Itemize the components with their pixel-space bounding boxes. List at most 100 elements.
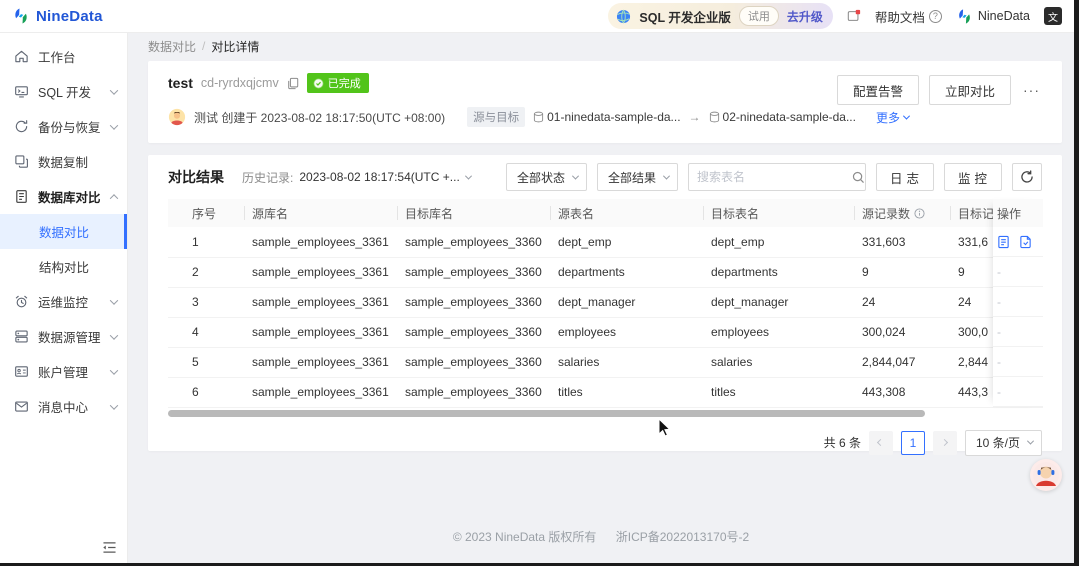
refresh-button[interactable] bbox=[1012, 163, 1042, 191]
config-alert-button[interactable]: 配置告警 bbox=[836, 75, 919, 105]
view-report-icon[interactable] bbox=[997, 235, 1010, 249]
top-bar: NineData SQL 开发企业版 试用 去升级 帮助文档 ? NineDat… bbox=[0, 0, 1074, 33]
operation-column: 操作 - - - - - bbox=[993, 199, 1043, 407]
globe-icon bbox=[616, 9, 631, 24]
brand[interactable]: NineData bbox=[12, 7, 103, 25]
cell-target-db: sample_employees_3360 bbox=[397, 287, 550, 318]
breadcrumb: 数据对比 / 对比详情 bbox=[128, 33, 1074, 59]
language-switch-icon[interactable]: 文 bbox=[1044, 7, 1062, 25]
datasource-icon bbox=[14, 329, 29, 344]
sidebar: 工作台 SQL 开发 备份与恢复 数据复制 数据库对比 数据对比 结构对比 运维… bbox=[0, 33, 128, 563]
status-filter-select[interactable]: 全部状态 bbox=[505, 163, 587, 191]
cell-source-db: sample_employees_3361 bbox=[244, 347, 397, 378]
window-edge-right bbox=[1074, 0, 1079, 566]
arrow-icon: → bbox=[688, 110, 701, 124]
operation-cell: - bbox=[993, 257, 1043, 287]
scrollbar-thumb[interactable] bbox=[168, 409, 925, 417]
sidebar-item-backup-restore[interactable]: 备份与恢复 bbox=[0, 109, 127, 144]
cell-no: 4 bbox=[168, 317, 244, 348]
plan-pill: SQL 开发企业版 试用 去升级 bbox=[608, 3, 833, 29]
check-circle-icon bbox=[313, 78, 324, 88]
account-menu[interactable]: NineData bbox=[956, 8, 1030, 25]
collapse-sidebar-icon[interactable] bbox=[102, 541, 117, 557]
task-summary-card: test cd-ryrdxqjcmv 已完成 配置告警 立即对比 ··· 测试 … bbox=[148, 61, 1062, 143]
chevron-down-icon bbox=[109, 365, 119, 375]
col-target-db: 目标库名 bbox=[397, 199, 550, 227]
next-page-button[interactable] bbox=[932, 430, 957, 455]
ops-cells: - - - - - bbox=[993, 227, 1043, 407]
sidebar-item-ops-monitor[interactable]: 运维监控 bbox=[0, 284, 127, 319]
sidebar-item-structure-compare[interactable]: 结构对比 bbox=[0, 249, 127, 284]
cell-source-records: 24 bbox=[854, 287, 950, 318]
logs-button[interactable]: 日志 bbox=[875, 163, 934, 191]
help-docs-link[interactable]: 帮助文档 ? bbox=[875, 7, 942, 26]
breadcrumb-data-compare[interactable]: 数据对比 bbox=[148, 38, 196, 55]
more-detail-link[interactable]: 更多 bbox=[876, 109, 911, 126]
no-action-dash: - bbox=[997, 384, 1001, 399]
sidebar-item-data-compare[interactable]: 数据对比 bbox=[0, 214, 127, 249]
copy-icon[interactable] bbox=[287, 77, 299, 90]
search-icon[interactable] bbox=[852, 171, 865, 184]
operation-cell: - bbox=[993, 287, 1043, 317]
source-datasource[interactable]: 01-ninedata-sample-da... bbox=[533, 110, 681, 124]
notification-icon[interactable] bbox=[847, 9, 861, 23]
customer-support-button[interactable] bbox=[1030, 459, 1062, 491]
sidebar-item-account-mgmt[interactable]: 账户管理 bbox=[0, 354, 127, 389]
cell-source-records: 443,308 bbox=[854, 377, 950, 408]
search-input[interactable] bbox=[696, 170, 852, 184]
brand-name: NineData bbox=[36, 7, 103, 25]
sidebar-item-message-center[interactable]: 消息中心 bbox=[0, 389, 127, 424]
footer: © 2023 NineData 版权所有 浙ICP备2022013170号-2 bbox=[128, 528, 1074, 545]
plan-label: SQL 开发企业版 bbox=[639, 10, 731, 25]
chevron-right-icon bbox=[941, 438, 949, 447]
sidebar-item-label: 运维监控 bbox=[38, 296, 89, 310]
sidebar-item-label: 消息中心 bbox=[38, 401, 89, 415]
operation-cell bbox=[993, 227, 1043, 257]
cell-source-table: salaries bbox=[550, 347, 703, 378]
sidebar-item-label: 数据对比 bbox=[39, 226, 90, 240]
sidebar-item-sql-dev[interactable]: SQL 开发 bbox=[0, 74, 127, 109]
id-card-icon bbox=[14, 364, 29, 379]
sidebar-item-workbench[interactable]: 工作台 bbox=[0, 39, 127, 74]
breadcrumb-current: 对比详情 bbox=[211, 39, 260, 54]
col-operation: 操作 bbox=[993, 199, 1043, 227]
cell-source-records: 2,844,047 bbox=[854, 347, 950, 378]
cell-target-db: sample_employees_3360 bbox=[397, 227, 550, 258]
chevron-down-icon bbox=[109, 85, 119, 95]
cell-source-db: sample_employees_3361 bbox=[244, 257, 397, 288]
compare-now-button[interactable]: 立即对比 bbox=[928, 75, 1011, 105]
task-name: test bbox=[168, 75, 193, 91]
results-table: 序号 源库名 目标库名 源表名 目标表名 源记录数 目标记 1 sample_e… bbox=[168, 199, 1043, 417]
target-datasource[interactable]: 02-ninedata-sample-da... bbox=[709, 110, 856, 124]
page-size-select[interactable]: 10 条/页 bbox=[964, 429, 1042, 456]
more-actions-button[interactable]: ··· bbox=[1021, 82, 1042, 98]
ninedata-logo-icon bbox=[12, 7, 30, 25]
prev-page-button[interactable] bbox=[868, 430, 893, 455]
breadcrumb-separator: / bbox=[202, 39, 206, 53]
result-filter-select[interactable]: 全部结果 bbox=[596, 163, 678, 191]
cell-source-table: dept_emp bbox=[550, 227, 703, 258]
sidebar-item-db-compare[interactable]: 数据库对比 bbox=[0, 179, 127, 214]
export-result-icon[interactable] bbox=[1019, 235, 1032, 249]
info-icon[interactable] bbox=[914, 207, 925, 219]
cell-source-table: employees bbox=[550, 317, 703, 348]
upgrade-link[interactable]: 去升级 bbox=[787, 8, 823, 25]
history-select[interactable]: 历史记录: 2023-08-02 18:17:54(UTC +... bbox=[242, 169, 472, 186]
sidebar-item-data-replication[interactable]: 数据复制 bbox=[0, 144, 127, 179]
col-no: 序号 bbox=[168, 199, 244, 227]
icp-number: 浙ICP备2022013170号-2 bbox=[615, 530, 750, 544]
datasource-icon bbox=[709, 111, 719, 123]
chevron-down-icon bbox=[1026, 437, 1035, 445]
col-source-db: 源库名 bbox=[244, 199, 397, 227]
cell-source-db: sample_employees_3361 bbox=[244, 317, 397, 348]
table-row: 3 sample_employees_3361 sample_employees_3… bbox=[168, 287, 1043, 318]
cell-source-records: 300,024 bbox=[854, 317, 950, 348]
question-circle-icon: ? bbox=[928, 9, 942, 23]
status-text: 已完成 bbox=[327, 78, 361, 90]
page-1-button[interactable]: 1 bbox=[900, 430, 925, 455]
col-source-records: 源记录数 bbox=[854, 199, 950, 227]
sidebar-item-datasource-mgmt[interactable]: 数据源管理 bbox=[0, 319, 127, 354]
cell-no: 6 bbox=[168, 377, 244, 408]
cell-target-table: dept_emp bbox=[703, 227, 854, 258]
monitor-button[interactable]: 监控 bbox=[943, 163, 1002, 191]
